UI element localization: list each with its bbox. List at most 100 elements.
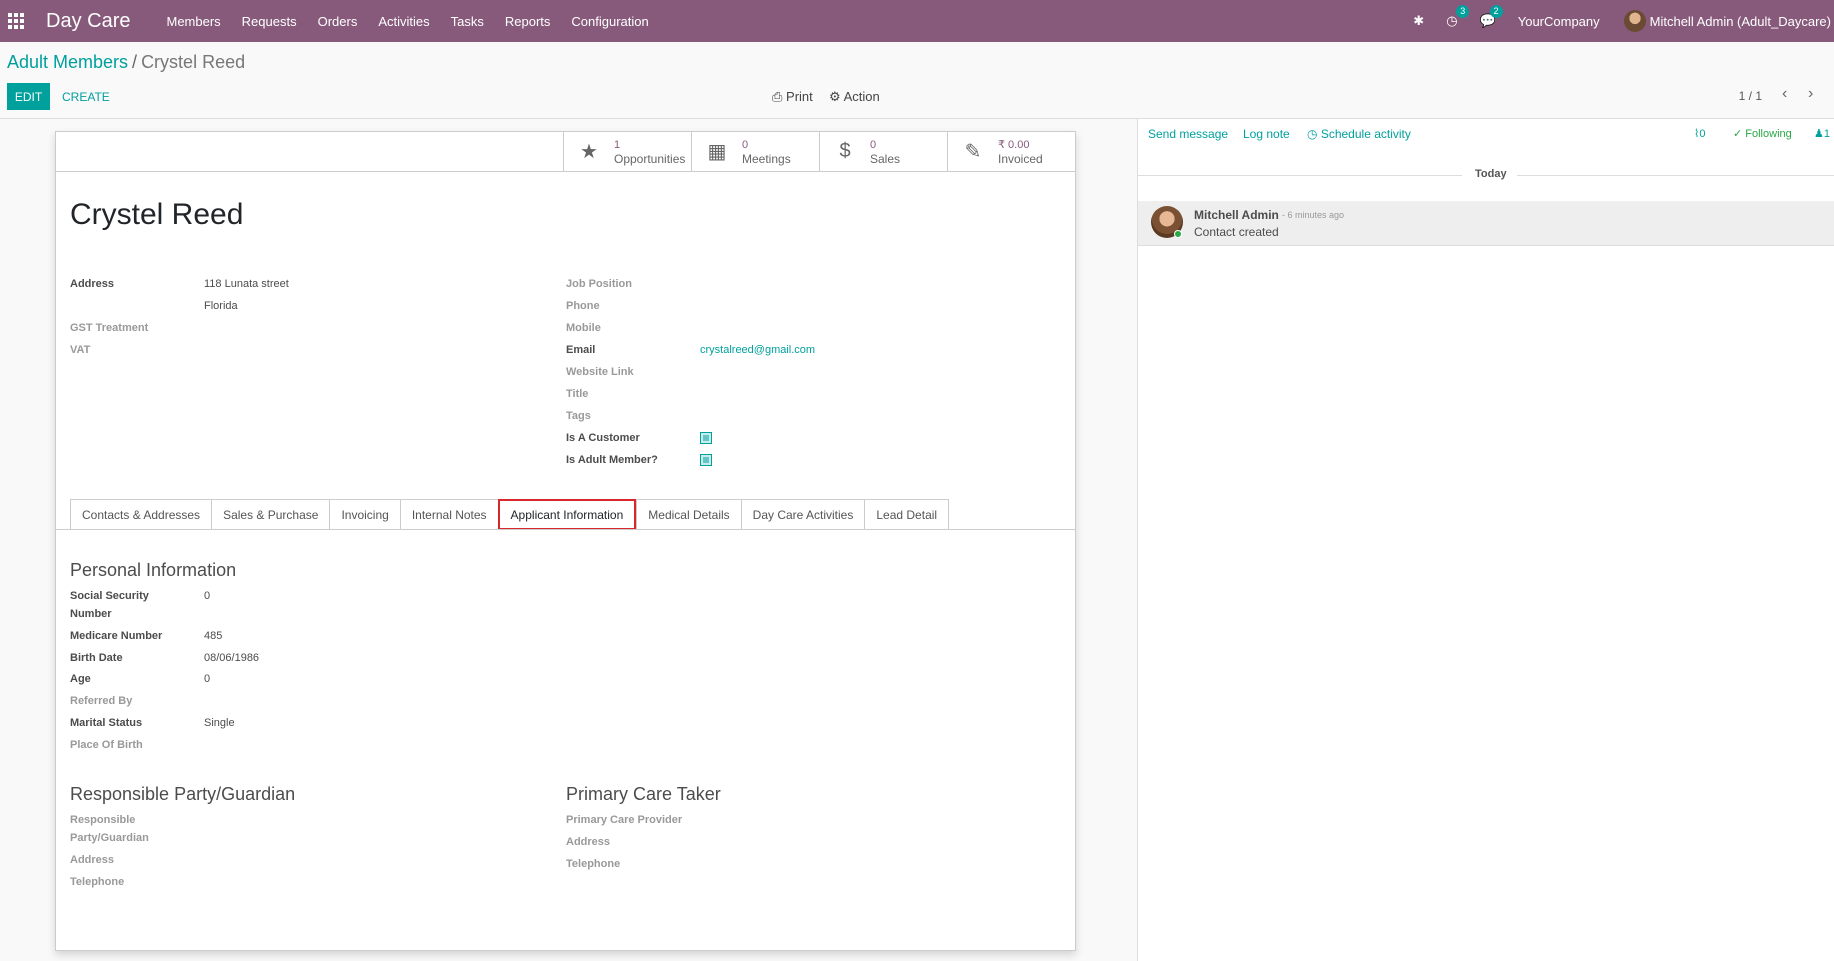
action-label: Action — [843, 89, 880, 104]
tab-invoicing[interactable]: Invoicing — [329, 499, 400, 530]
menu-reports[interactable]: Reports — [505, 14, 551, 29]
guardian-telephone-label: Telephone — [70, 876, 125, 888]
tab-lead-detail[interactable]: Lead Detail — [864, 499, 950, 530]
sales-label: Sales — [870, 151, 901, 166]
is-adult-member-checkbox[interactable] — [700, 454, 712, 466]
tab-contacts-addresses[interactable]: Contacts & Addresses — [70, 499, 212, 530]
tab-internal-notes[interactable]: Internal Notes — [399, 499, 498, 530]
sales-smart-button[interactable]: $ 0 Sales — [819, 132, 947, 171]
personal-information-title: Personal Information — [70, 560, 237, 580]
dollar-icon: $ — [839, 140, 851, 162]
following-button[interactable]: ✓ Following — [1733, 127, 1792, 140]
today-divider-left — [1138, 175, 1462, 176]
app-brand[interactable]: Day Care — [46, 10, 130, 33]
pager-previous-icon[interactable]: ‹ — [1782, 85, 1787, 103]
sales-count: 0 — [870, 138, 877, 151]
today-divider-right — [1517, 175, 1834, 176]
attachments-button[interactable]: ⌇0 — [1694, 127, 1706, 140]
vat-label: VAT — [70, 344, 91, 356]
medicare-number-label: Medicare Number — [70, 630, 163, 642]
tab-day-care-activities[interactable]: Day Care Activities — [740, 499, 865, 530]
invoiced-smart-button[interactable]: ✎ ₹ 0.00 Invoiced — [947, 132, 1075, 171]
message-count-badge: 2 — [1489, 5, 1503, 18]
check-icon: ✓ — [1733, 128, 1743, 140]
address-label: Address — [70, 278, 115, 290]
is-customer-checkbox[interactable] — [700, 432, 712, 444]
form-sheet: ★ 1 Opportunities ▦ 0 Meetings $ 0 Sales ✎ … — [55, 131, 1076, 951]
user-menu[interactable]: Mitchell Admin (Adult_Daycare) — [1623, 10, 1831, 32]
opportunities-smart-button[interactable]: ★ 1 Opportunities — [563, 132, 691, 171]
responsible-party-label-line1: Responsible — [70, 814, 136, 826]
menu-orders[interactable]: Orders — [318, 14, 358, 29]
schedule-activity-button[interactable]: ◷ Schedule activity — [1307, 127, 1411, 141]
bug-icon[interactable]: ✱ — [1413, 13, 1424, 29]
medicare-number-value: 485 — [204, 630, 223, 642]
activity-count-badge: 3 — [1456, 5, 1470, 18]
menu-requests[interactable]: Requests — [242, 14, 297, 29]
schedule-activity-label: Schedule activity — [1320, 127, 1411, 141]
address-street: 118 Lunata street — [204, 278, 289, 290]
is-adult-member-label: Is Adult Member? — [566, 454, 658, 466]
invoiced-amount: ₹ 0.00 — [998, 138, 1030, 151]
message-item: Mitchell Admin - 6 minutes ago Contact c… — [1138, 201, 1834, 246]
caretaker-telephone-label: Telephone — [566, 858, 621, 870]
meetings-smart-button[interactable]: ▦ 0 Meetings — [691, 132, 819, 171]
create-button[interactable]: CREATE — [62, 83, 110, 110]
print-button[interactable]: ⎙ Print — [772, 89, 813, 105]
invoiced-label: Invoiced — [998, 151, 1043, 166]
menu-members[interactable]: Members — [166, 14, 220, 29]
following-label: Following — [1745, 128, 1792, 140]
pager-next-icon[interactable]: › — [1808, 85, 1813, 103]
star-icon: ★ — [580, 141, 598, 163]
ssn-value: 0 — [204, 590, 211, 602]
activity-clock-icon[interactable]: ◷ 3 — [1446, 5, 1470, 29]
followers-count: 1 — [1823, 128, 1830, 140]
email-link[interactable]: crystalreed@gmail.com — [700, 344, 815, 356]
title-label: Title — [566, 388, 589, 400]
meetings-label: Meetings — [742, 151, 791, 166]
website-label: Website Link — [566, 366, 634, 378]
online-status-icon — [1174, 230, 1182, 238]
marital-status-label: Marital Status — [70, 717, 143, 729]
messages-icon[interactable]: 💬 2 — [1480, 5, 1503, 29]
meetings-count: 0 — [742, 138, 749, 151]
message-body: Contact created — [1194, 225, 1279, 239]
tab-applicant-information[interactable]: Applicant Information — [497, 499, 637, 530]
user-icon: ♟ — [1814, 128, 1824, 140]
address-state: Florida — [204, 300, 238, 312]
smart-button-box: ★ 1 Opportunities ▦ 0 Meetings $ 0 Sales ✎ … — [56, 132, 1075, 172]
apps-menu-icon[interactable] — [8, 13, 24, 29]
ssn-label-line1: Social Security — [70, 590, 149, 602]
breadcrumb: Adult Members / Crystel Reed — [7, 52, 245, 73]
menu-activities[interactable]: Activities — [378, 14, 429, 29]
breadcrumb-current: Crystel Reed — [141, 52, 246, 72]
user-avatar — [1623, 10, 1646, 32]
menu-tasks[interactable]: Tasks — [451, 14, 484, 29]
message-time: - 6 minutes ago — [1282, 210, 1345, 220]
log-note-button[interactable]: Log note — [1243, 127, 1290, 141]
guardian-title: Responsible Party/Guardian — [70, 784, 296, 804]
tab-sales-purchase[interactable]: Sales & Purchase — [211, 499, 330, 530]
guardian-address-label: Address — [70, 854, 115, 866]
tags-label: Tags — [566, 410, 591, 422]
place-of-birth-label: Place Of Birth — [70, 739, 143, 751]
notebook-tabs: Contacts & Addresses Sales & Purchase In… — [70, 499, 950, 530]
tab-divider — [56, 529, 1075, 530]
edit-button[interactable]: EDIT — [7, 83, 50, 110]
attachments-count: 0 — [1699, 128, 1706, 140]
phone-label: Phone — [566, 300, 600, 312]
pager-value[interactable]: 1 / 1 — [1739, 89, 1762, 103]
job-position-label: Job Position — [566, 278, 632, 290]
birth-date-label: Birth Date — [70, 652, 123, 664]
message-author[interactable]: Mitchell Admin — [1194, 208, 1279, 222]
followers-button[interactable]: ♟1 — [1814, 127, 1830, 140]
primary-care-provider-label: Primary Care Provider — [566, 814, 683, 826]
breadcrumb-adult-members[interactable]: Adult Members — [7, 52, 128, 72]
company-switcher[interactable]: YourCompany — [1518, 14, 1600, 29]
primary-care-taker-title: Primary Care Taker — [566, 784, 721, 804]
send-message-button[interactable]: Send message — [1148, 127, 1228, 141]
menu-configuration[interactable]: Configuration — [571, 14, 648, 29]
tab-medical-details[interactable]: Medical Details — [636, 499, 741, 530]
action-button[interactable]: ⚙ Action — [829, 89, 880, 105]
gst-treatment-label: GST Treatment — [70, 322, 149, 334]
